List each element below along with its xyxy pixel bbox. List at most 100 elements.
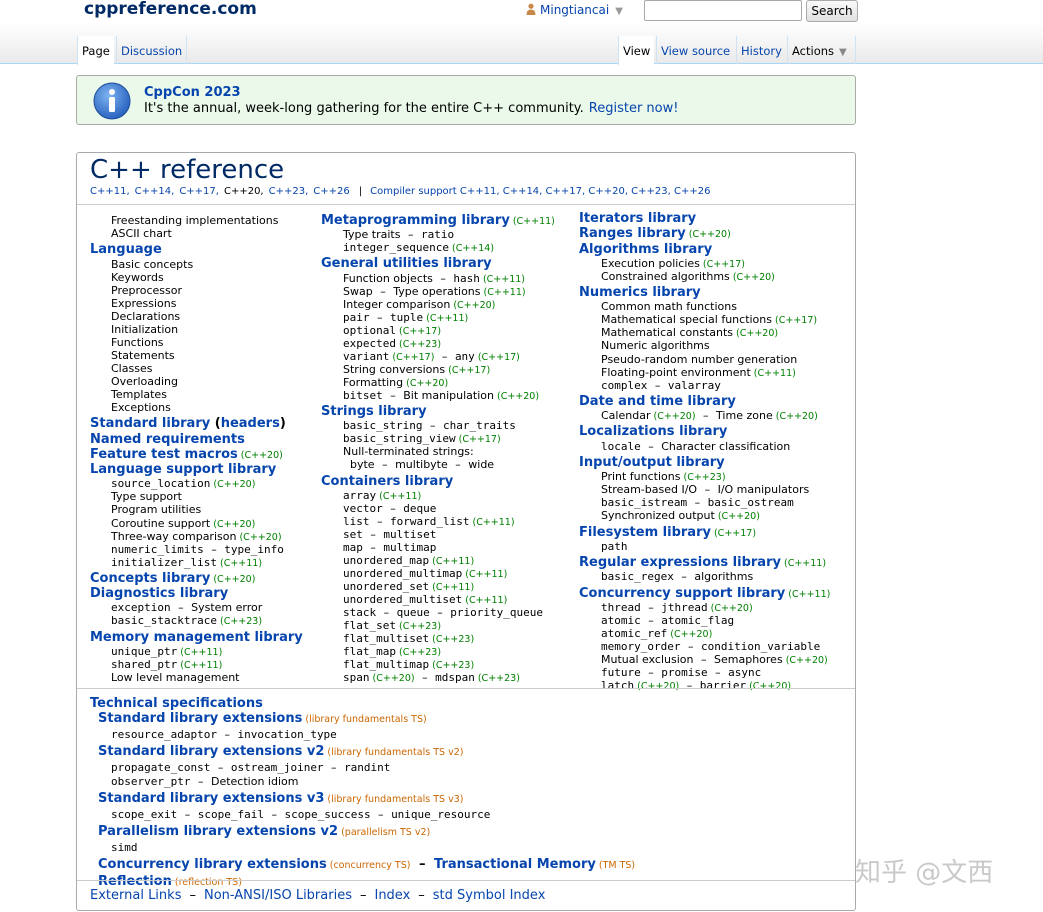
link-atomic[interactable]: atomic [601, 614, 641, 627]
link-swap[interactable]: Swap [343, 285, 373, 298]
link-path[interactable]: path [601, 540, 628, 553]
link-unique-ptr[interactable]: unique_ptr [111, 645, 177, 658]
link-forward-list[interactable]: forward_list [390, 515, 469, 528]
link-metaprogramming-library[interactable]: Metaprogramming library [321, 213, 510, 228]
link-concepts-library[interactable]: Concepts library [90, 571, 210, 586]
external-links-link[interactable]: External Links [90, 888, 181, 903]
non-ansi-libraries-link[interactable]: Non-ANSI/ISO Libraries [204, 888, 352, 903]
link-flat-multiset[interactable]: flat_multiset [343, 632, 429, 645]
link-constrained-algorithms[interactable]: Constrained algorithms [601, 270, 730, 283]
link-multiset[interactable]: multiset [383, 528, 436, 541]
search-button[interactable]: Search [806, 0, 858, 22]
link-atomic-flag[interactable]: atomic_flag [661, 614, 734, 627]
link-formatting[interactable]: Formatting [343, 376, 403, 389]
link-semaphores[interactable]: Semaphores [714, 653, 783, 666]
link-randint[interactable]: randint [344, 761, 390, 774]
std-symbol-index-link[interactable]: std Symbol Index [433, 888, 546, 903]
tab-page[interactable]: Page [77, 36, 114, 65]
link-any[interactable]: any [455, 350, 475, 363]
link-priority-queue[interactable]: priority_queue [450, 606, 543, 619]
link-initializer-list[interactable]: initializer_list [111, 556, 217, 569]
link-basic-concepts[interactable]: Basic concepts [111, 258, 193, 271]
link-preprocessor[interactable]: Preprocessor [111, 284, 182, 297]
link-pair[interactable]: pair [343, 311, 370, 324]
link-concurrency-library-extensions[interactable]: Concurrency library extensions [98, 857, 327, 872]
link-headers[interactable]: headers [221, 416, 280, 431]
link-parallelism-library-extensions-v2[interactable]: Parallelism library extensions v2 [98, 824, 338, 839]
link-basic-string-view[interactable]: basic_string_view [343, 432, 456, 445]
link-simd[interactable]: simd [111, 841, 138, 854]
link-general-utilities-library[interactable]: General utilities library [321, 256, 492, 271]
link-integer-sequence[interactable]: integer_sequence [343, 241, 449, 254]
tab-history[interactable]: History [736, 36, 786, 64]
link-flat-multimap[interactable]: flat_multimap [343, 658, 429, 671]
link-type-operations[interactable]: Type operations [393, 285, 480, 298]
link-multimap[interactable]: multimap [383, 541, 436, 554]
link-memory-order[interactable]: memory_order [601, 640, 680, 653]
link-input-output-library[interactable]: Input/output library [579, 455, 725, 470]
user-menu[interactable]: Mingtiancai ▼ [526, 3, 623, 17]
link-invocation-type[interactable]: invocation_type [237, 728, 336, 741]
link-declarations[interactable]: Declarations [111, 310, 180, 323]
link-iterators-library[interactable]: Iterators library [579, 211, 696, 226]
link-program-utilities[interactable]: Program utilities [111, 503, 201, 516]
link-locale[interactable]: locale [601, 440, 641, 453]
technical-specs-title[interactable]: Technical specifications [90, 696, 263, 711]
link-regular-expressions-library[interactable]: Regular expressions library [579, 555, 781, 570]
std-link-cxx20[interactable]: C++20, [224, 186, 264, 197]
link-strings-library[interactable]: Strings library [321, 404, 427, 419]
link-complex[interactable]: complex [601, 379, 647, 392]
link-hash[interactable]: hash [453, 272, 480, 285]
link-floating-point-environment[interactable]: Floating-point environment [601, 366, 751, 379]
link-language[interactable]: Language [90, 242, 162, 257]
tab-actions[interactable]: Actions ▼ [787, 36, 856, 64]
link-valarray[interactable]: valarray [668, 379, 721, 392]
link-scope-exit[interactable]: scope_exit [111, 808, 177, 821]
link-reflection[interactable]: Reflection [98, 874, 172, 889]
link-queue[interactable]: queue [397, 606, 430, 619]
link-three-way-comparison[interactable]: Three-way comparison [111, 530, 236, 543]
link-character-classification[interactable]: Character classification [661, 440, 790, 453]
link-calendar[interactable]: Calendar [601, 409, 650, 422]
std-link-cxx23[interactable]: C++23, [269, 186, 309, 197]
link-system-error[interactable]: System error [191, 601, 262, 614]
link-async[interactable]: async [728, 666, 761, 679]
link-char-traits[interactable]: char_traits [443, 419, 516, 432]
link-expected[interactable]: expected [343, 337, 396, 350]
link-unordered-multiset[interactable]: unordered_multiset [343, 593, 462, 606]
site-logo[interactable]: cppreference.com [84, 0, 257, 19]
link-memory-management-library[interactable]: Memory management library [90, 630, 303, 645]
link-standard-library-extensions-v2[interactable]: Standard library extensions v2 [98, 744, 324, 759]
link-ostream-joiner[interactable]: ostream_joiner [231, 761, 324, 774]
link-array[interactable]: array [343, 489, 376, 502]
link-algorithms[interactable]: algorithms [694, 570, 753, 583]
link-string-conversions[interactable]: String conversions [343, 363, 445, 376]
link-resource-adaptor[interactable]: resource_adaptor [111, 728, 217, 741]
link-execution-policies[interactable]: Execution policies [601, 257, 700, 270]
link-numeric-algorithms[interactable]: Numeric algorithms [601, 339, 710, 352]
link-coroutine-support[interactable]: Coroutine support [111, 517, 210, 530]
link-source-location[interactable]: source_location [111, 477, 210, 490]
link-wide[interactable]: wide [468, 458, 494, 471]
link-synchronized-output[interactable]: Synchronized output [601, 509, 715, 522]
link-shared-ptr[interactable]: shared_ptr [111, 658, 177, 671]
link-basic-istream[interactable]: basic_istream [601, 496, 687, 509]
std-link-cxx14[interactable]: C++14, [135, 186, 175, 197]
link-feature-test-macros[interactable]: Feature test macros [90, 447, 238, 462]
link-pseudo-random-number-generation[interactable]: Pseudo-random number generation [601, 353, 797, 366]
link-low-level-management[interactable]: Low level management [111, 671, 240, 684]
link-print-functions[interactable]: Print functions [601, 470, 680, 483]
link-ratio[interactable]: ratio [421, 228, 454, 241]
link-type-info[interactable]: type_info [224, 543, 284, 556]
link-integer-comparison[interactable]: Integer comparison [343, 298, 450, 311]
link-variant[interactable]: variant [343, 350, 389, 363]
link-tuple[interactable]: tuple [390, 311, 423, 324]
link-numeric-limits[interactable]: numeric_limits [111, 543, 204, 556]
link-expressions[interactable]: Expressions [111, 297, 176, 310]
link-date-and-time-library[interactable]: Date and time library [579, 394, 736, 409]
link-scope-success[interactable]: scope_success [284, 808, 370, 821]
link-latch[interactable]: latch [601, 679, 634, 692]
link-list[interactable]: list [343, 515, 370, 528]
link-named-requirements[interactable]: Named requirements [90, 432, 245, 447]
link-ranges-library[interactable]: Ranges library [579, 226, 686, 241]
